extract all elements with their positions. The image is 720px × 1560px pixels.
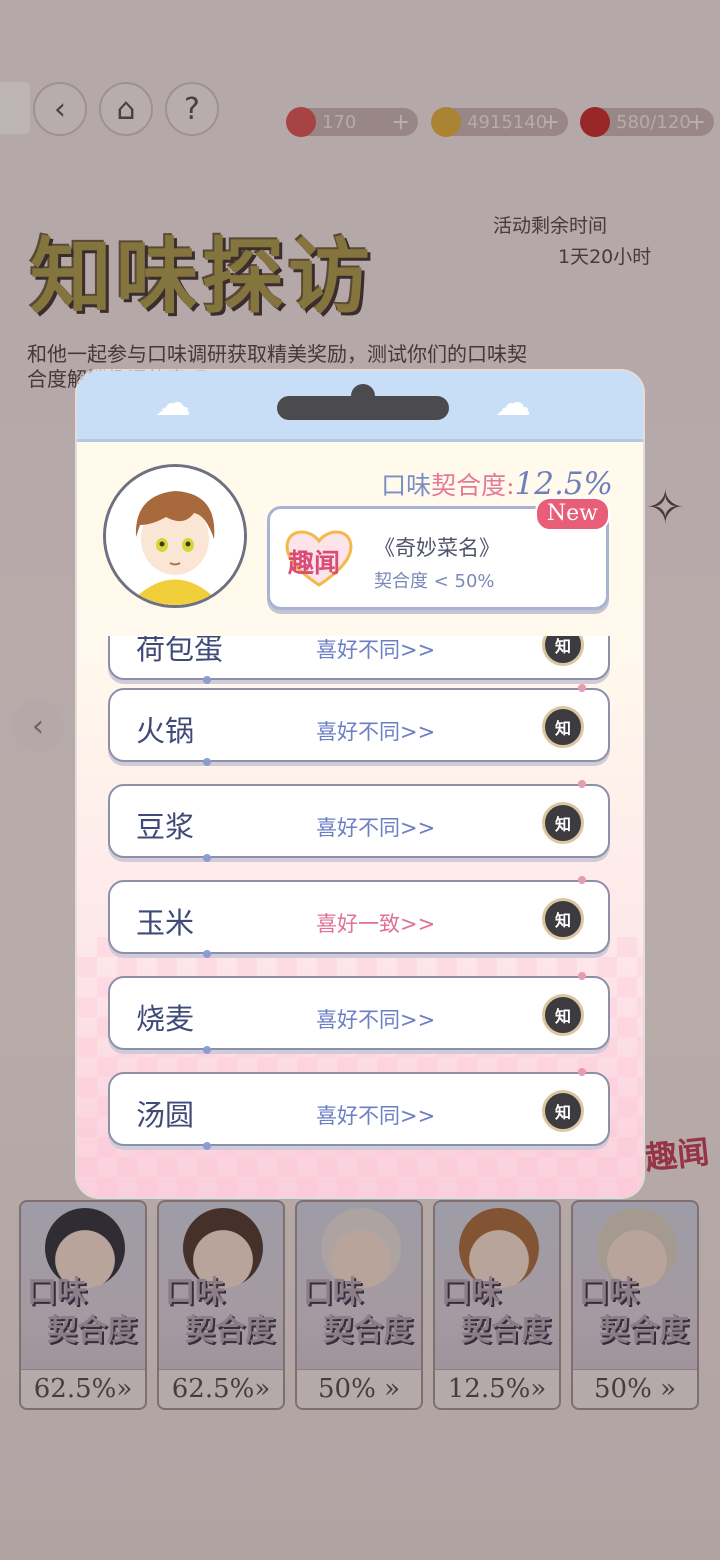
food-name: 火锅: [136, 714, 195, 748]
fun-story-label: 趣闻: [288, 549, 341, 579]
food-row[interactable]: 玉米 喜好一致>> 知: [108, 876, 610, 958]
row-dot: [203, 676, 211, 684]
know-button[interactable]: 知: [542, 898, 584, 940]
dialog-header: ☁ ☁: [77, 371, 643, 442]
food-row[interactable]: 豆浆 喜好不同>> 知: [108, 780, 610, 862]
character-avatar: [103, 464, 247, 608]
know-button[interactable]: 知: [542, 994, 584, 1036]
row-dot: [203, 758, 211, 766]
fun-story-title: 《奇妙菜名》: [374, 536, 500, 560]
food-name: 汤圆: [136, 1098, 195, 1132]
taste-match-dialog: ☁ ☁ 口味契合度:12.5% 趣闻 《奇妙菜名》 契合度 < 50% New: [77, 371, 643, 1197]
row-dot: [203, 854, 211, 862]
food-row[interactable]: 火锅 喜好不同>> 知: [108, 684, 610, 766]
fun-story-card[interactable]: 趣闻 《奇妙菜名》 契合度 < 50% New: [267, 497, 610, 610]
food-list[interactable]: 荷包蛋 喜好不同>> 知 火锅 喜好不同>> 知 豆浆 喜好不同>> 知 玉米 …: [77, 636, 643, 1171]
dialog-handle: [277, 396, 449, 420]
food-name: 荷包蛋: [136, 636, 224, 666]
food-status[interactable]: 喜好不同>>: [316, 1100, 435, 1130]
know-button[interactable]: 知: [542, 636, 584, 666]
food-status[interactable]: 喜好不同>>: [316, 716, 435, 746]
know-button[interactable]: 知: [542, 706, 584, 748]
row-dot: [578, 1068, 586, 1076]
food-name: 豆浆: [136, 810, 195, 844]
row-dot: [578, 684, 586, 692]
row-dot: [578, 780, 586, 788]
fun-story-condition: 契合度 < 50%: [374, 571, 495, 592]
food-status[interactable]: 喜好一致>>: [316, 908, 435, 938]
row-dot: [578, 876, 586, 884]
cloud-icon: ☁: [495, 383, 531, 424]
food-row[interactable]: 汤圆 喜好不同>> 知: [108, 1068, 610, 1150]
food-status[interactable]: 喜好不同>>: [316, 812, 435, 842]
food-row[interactable]: 荷包蛋 喜好不同>> 知: [108, 636, 610, 684]
row-dot: [578, 972, 586, 980]
food-name: 烧麦: [136, 1002, 195, 1036]
cloud-icon: ☁: [155, 383, 191, 424]
row-dot: [203, 1142, 211, 1150]
know-button[interactable]: 知: [542, 802, 584, 844]
new-badge: New: [534, 497, 610, 531]
row-dot: [203, 950, 211, 958]
food-name: 玉米: [136, 906, 195, 940]
food-status[interactable]: 喜好不同>>: [316, 636, 435, 664]
food-row[interactable]: 烧麦 喜好不同>> 知: [108, 972, 610, 1054]
know-button[interactable]: 知: [542, 1090, 584, 1132]
food-status[interactable]: 喜好不同>>: [316, 1004, 435, 1034]
row-dot: [203, 1046, 211, 1054]
